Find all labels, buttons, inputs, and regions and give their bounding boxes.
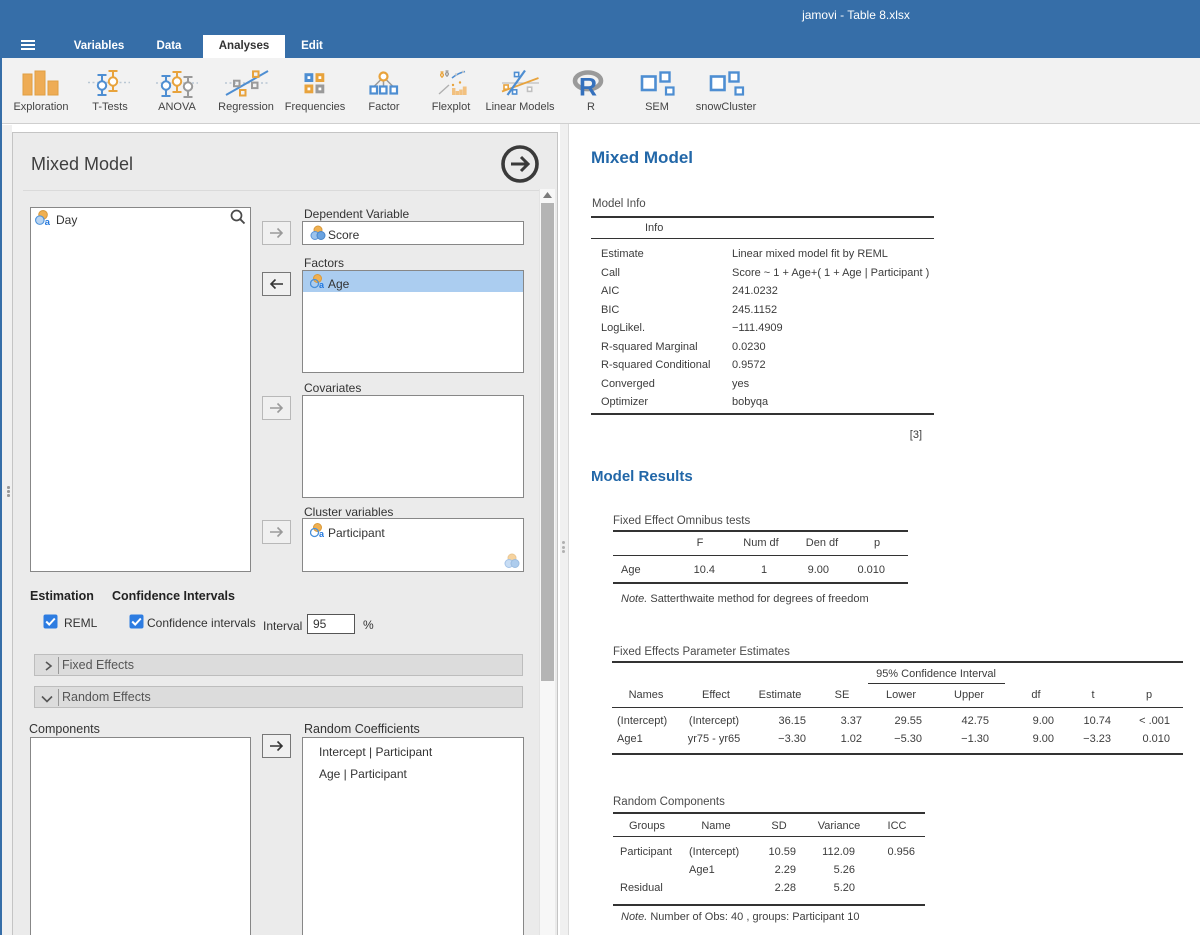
svg-text:a: a bbox=[319, 280, 324, 289]
svg-text:a: a bbox=[319, 529, 324, 538]
svg-text:a: a bbox=[45, 217, 50, 226]
svg-text:R: R bbox=[579, 74, 597, 102]
